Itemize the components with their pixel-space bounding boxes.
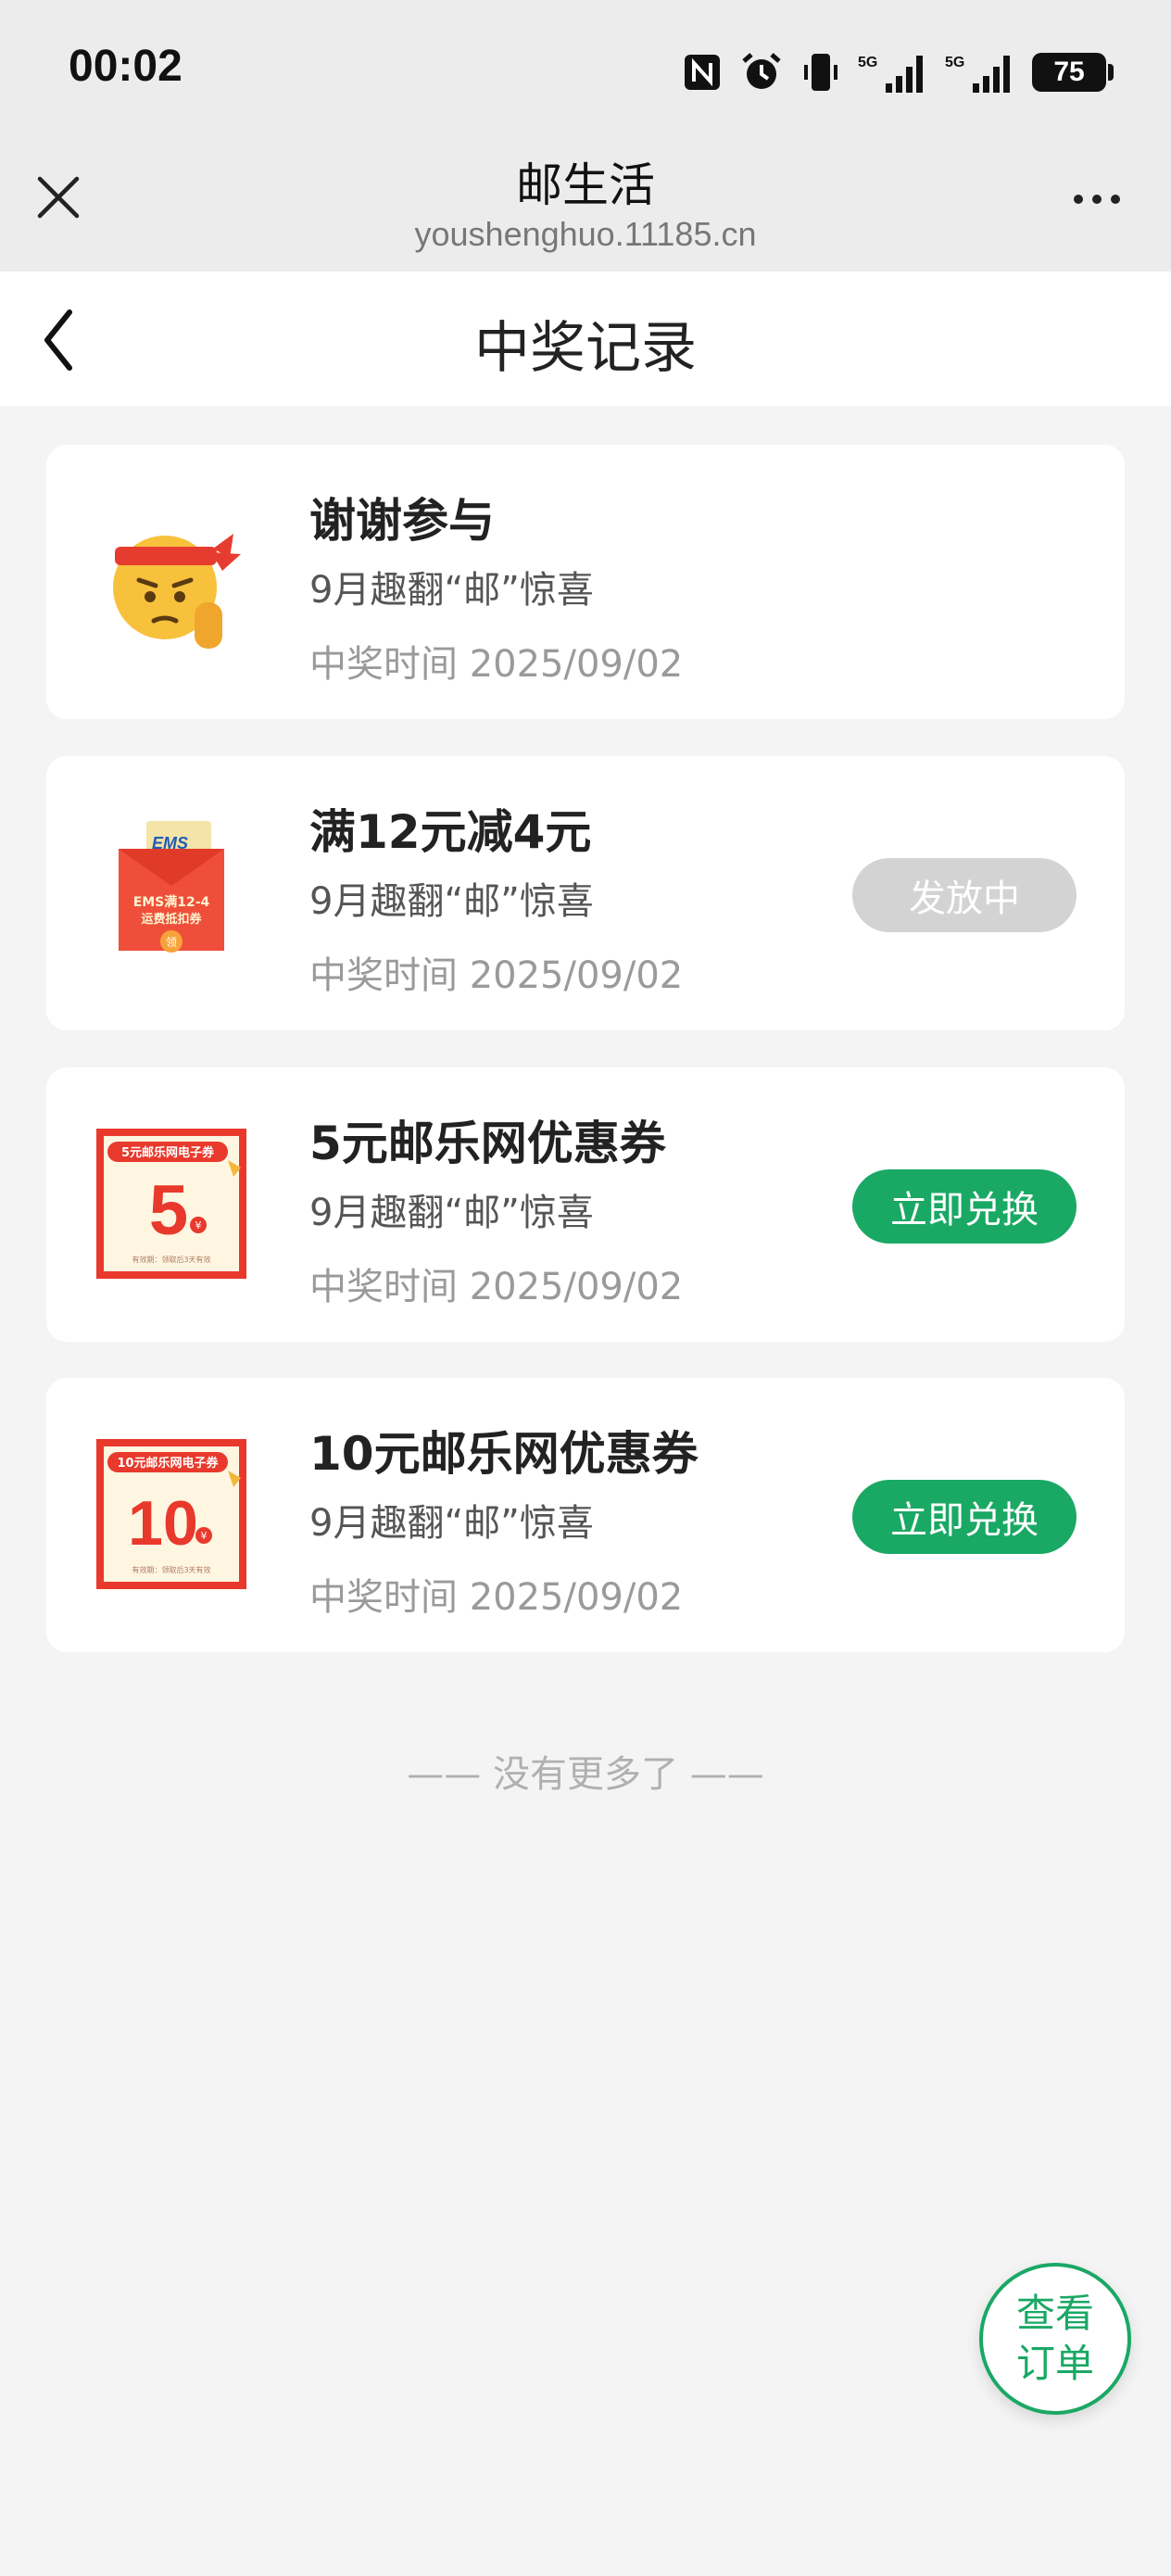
record-card: 10元邮乐网电子券 10 ¥ 有效期：领取后3天有效 10元邮乐网优惠券 9月趣…	[46, 1378, 1125, 1652]
status-bar: 00:02 5G 5G 75	[0, 0, 1171, 139]
view-orders-button[interactable]: 查看订单	[979, 2263, 1131, 2415]
record-time: 中奖时间 2025/09/02	[309, 643, 684, 686]
page-nav-bar: 中奖记录	[0, 271, 1171, 406]
ems-red-envelope-icon: EMS EMS满12-4 运费抵扣券 领	[93, 812, 250, 975]
signal-5g-icon-2: 5G	[945, 55, 1010, 93]
more-dot-icon	[1111, 195, 1120, 204]
record-title: 5元邮乐网优惠券	[309, 1117, 666, 1170]
record-subtitle: 9月趣翻“邮”惊喜	[309, 569, 594, 612]
record-subtitle: 9月趣翻“邮”惊喜	[309, 1502, 594, 1545]
page-title: 中奖记录	[474, 316, 697, 381]
more-options-button[interactable]	[1060, 176, 1134, 222]
record-time: 中奖时间 2025/09/02	[309, 1266, 684, 1308]
record-card: 5元邮乐网电子券 5 ¥ 有效期：领取后3天有效 5元邮乐网优惠券 9月趣翻“邮…	[46, 1067, 1125, 1342]
record-card: 谢谢参与 9月趣翻“邮”惊喜 中奖时间 2025/09/02	[46, 445, 1125, 719]
coupon-footer: 有效期：领取后3天有效	[132, 1565, 210, 1574]
record-title: 谢谢参与	[309, 494, 495, 548]
envelope-line2: 运费抵扣券	[141, 912, 202, 927]
issuing-status-button[interactable]: 发放中	[852, 858, 1077, 932]
status-icons: 5G 5G 75	[682, 44, 1114, 100]
webview-title: 邮生活	[516, 158, 655, 212]
coupon-header: 5元邮乐网电子券	[121, 1145, 215, 1160]
envelope-line1: EMS满12-4	[133, 894, 210, 910]
record-time: 中奖时间 2025/09/02	[309, 1576, 684, 1619]
webview-url: youshenghuo.11185.cn	[414, 215, 757, 253]
coupon-unit: ¥	[195, 1219, 202, 1231]
coupon-5-icon: 5元邮乐网电子券 5 ¥ 有效期：领取后3天有效	[94, 1123, 252, 1286]
svg-text:5G: 5G	[858, 55, 877, 70]
coupon-unit: ¥	[201, 1530, 208, 1542]
record-title: 10元邮乐网优惠券	[309, 1427, 699, 1481]
status-time: 00:02	[69, 42, 183, 91]
record-subtitle: 9月趣翻“邮”惊喜	[309, 1192, 594, 1234]
record-title: 满12元减4元	[309, 805, 592, 859]
thank-you-emoji-icon	[93, 500, 250, 663]
coupon-header: 10元邮乐网电子券	[117, 1456, 219, 1471]
redeem-now-button[interactable]: 立即兑换	[852, 1169, 1077, 1244]
envelope-seal: 领	[166, 936, 177, 949]
coupon-amount: 5	[149, 1171, 188, 1250]
more-dot-icon	[1092, 195, 1102, 204]
no-more-text: —— 没有更多了 ——	[407, 1753, 764, 1796]
alarm-icon	[742, 53, 781, 89]
record-time: 中奖时间 2025/09/02	[309, 954, 684, 997]
coupon-10-icon: 10元邮乐网电子券 10 ¥ 有效期：领取后3天有效	[94, 1433, 252, 1597]
coupon-amount: 10	[128, 1488, 198, 1559]
more-dot-icon	[1074, 195, 1083, 204]
battery-indicator: 75	[1032, 53, 1114, 92]
record-subtitle: 9月趣翻“邮”惊喜	[309, 880, 594, 923]
redeem-now-button[interactable]: 立即兑换	[852, 1480, 1077, 1554]
record-card: EMS EMS满12-4 运费抵扣券 领 满12元减4元 9月趣翻“邮”惊喜 中…	[46, 756, 1125, 1030]
signal-5g-icon: 5G	[858, 55, 923, 93]
nfc-icon	[685, 55, 720, 90]
svg-text:5G: 5G	[945, 55, 964, 70]
vibrate-icon	[804, 54, 837, 91]
webview-header: 邮生活 youshenghuo.11185.cn	[0, 139, 1171, 271]
coupon-footer: 有效期：领取后3天有效	[132, 1255, 210, 1264]
